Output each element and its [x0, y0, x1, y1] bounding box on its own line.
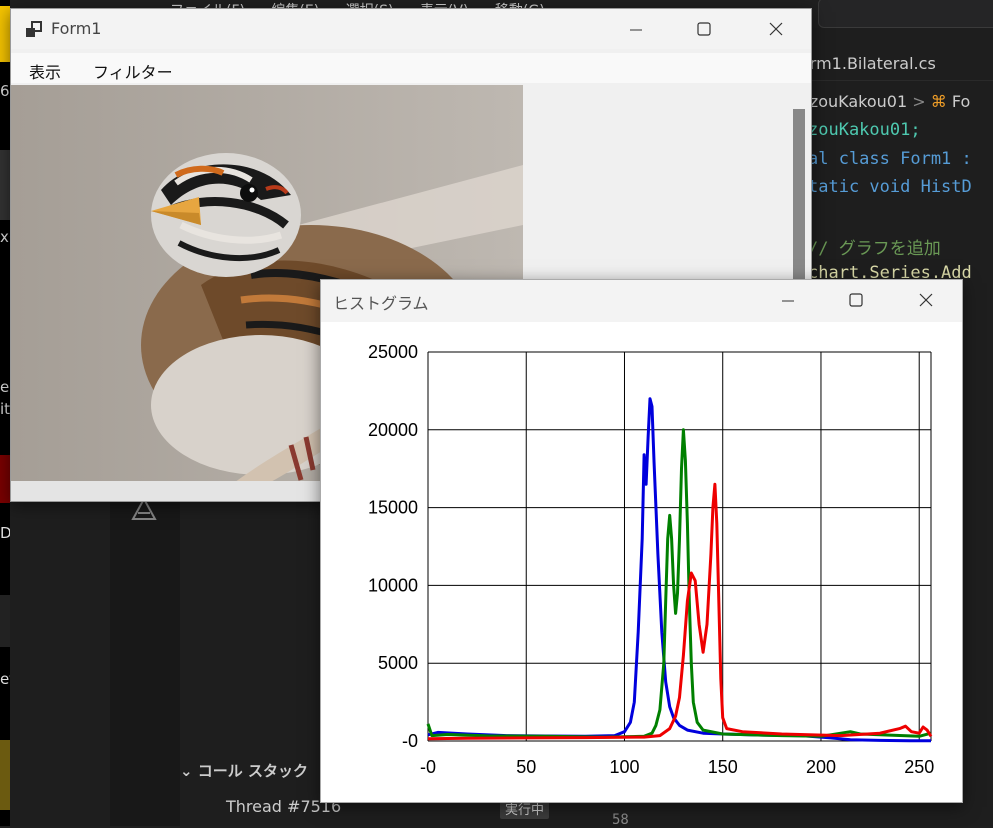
- desktop-app-tile[interactable]: [0, 740, 10, 810]
- code-line: tatic void HistD: [808, 177, 972, 198]
- editor-tab-label: orm1.Bilateral.cs: [800, 54, 936, 73]
- close-icon: [769, 22, 783, 36]
- x-tick-label: 150: [708, 757, 738, 777]
- x-tick-label: 200: [806, 757, 836, 777]
- window-title: ヒストグラム: [333, 294, 429, 313]
- code-line: al class Form1 :: [808, 148, 972, 169]
- form1-titlebar[interactable]: Form1: [11, 9, 811, 49]
- close-button[interactable]: [903, 280, 949, 320]
- close-icon: [919, 293, 933, 307]
- minimize-button[interactable]: [765, 280, 811, 320]
- app-icon: [25, 21, 43, 43]
- menu-filter[interactable]: フィルター: [93, 59, 173, 83]
- code-line: // グラフを追加: [808, 239, 941, 260]
- y-tick-label: 25000: [368, 342, 418, 362]
- y-tick-label: 20000: [368, 420, 418, 440]
- menu-view[interactable]: 表示: [29, 59, 61, 83]
- close-button[interactable]: [753, 9, 799, 49]
- callstack-title: コール スタック: [197, 762, 309, 780]
- x-tick-label: 100: [609, 757, 639, 777]
- form1-menubar: 表示 フィルター: [11, 53, 811, 83]
- desktop-label: 6: [0, 82, 10, 100]
- callstack-header[interactable]: ⌄ コール スタック: [180, 760, 308, 781]
- y-tick-label: 15000: [368, 498, 418, 518]
- code-line: zouKakou01;: [808, 120, 921, 140]
- maximize-button[interactable]: [681, 9, 727, 49]
- chevron-right-icon: >: [912, 92, 931, 111]
- window-title: Form1: [51, 19, 102, 38]
- maximize-button[interactable]: [833, 280, 879, 320]
- minimize-icon: [630, 29, 642, 31]
- breadcrumb: azouKakou01 > ⌘ Fo: [800, 92, 970, 111]
- x-tick-label: 50: [516, 757, 536, 777]
- class-icon: ⌘: [930, 92, 947, 111]
- histogram-chart: -0 5000 10000 15000 20000 25000 -0 50 100 150 200 2…: [368, 342, 934, 777]
- breadcrumb-item[interactable]: azouKakou01: [800, 92, 907, 111]
- histogram-window: ヒストグラム -0 5000 10000 15000 20000 25000 -0 50 100…: [320, 279, 963, 803]
- minimize-button[interactable]: [613, 9, 659, 49]
- maximize-icon: [849, 293, 863, 307]
- breadcrumb-item[interactable]: Fo: [952, 92, 970, 111]
- minimize-icon: [782, 300, 794, 302]
- desktop-strip: 6 x6 ec it D et: [0, 0, 18, 826]
- chevron-down-icon: ⌄: [180, 762, 198, 780]
- command-center[interactable]: [818, 0, 993, 28]
- histogram-titlebar[interactable]: ヒストグラム: [321, 280, 962, 322]
- desktop-app-tile[interactable]: [0, 595, 10, 647]
- desktop-app-tile[interactable]: [0, 150, 10, 220]
- y-tick-label: 5000: [378, 653, 418, 673]
- desktop-label: it: [0, 400, 11, 418]
- y-tick-label: -0: [402, 731, 418, 751]
- desktop-app-tile[interactable]: [0, 6, 10, 62]
- maximize-icon: [697, 22, 711, 36]
- desktop-app-tile[interactable]: [0, 455, 10, 503]
- y-tick-label: 10000: [368, 575, 418, 595]
- editor-tab[interactable]: orm1.Bilateral.cs: [800, 48, 993, 81]
- x-tick-label: -0: [420, 757, 436, 777]
- x-tick-label: 250: [904, 757, 934, 777]
